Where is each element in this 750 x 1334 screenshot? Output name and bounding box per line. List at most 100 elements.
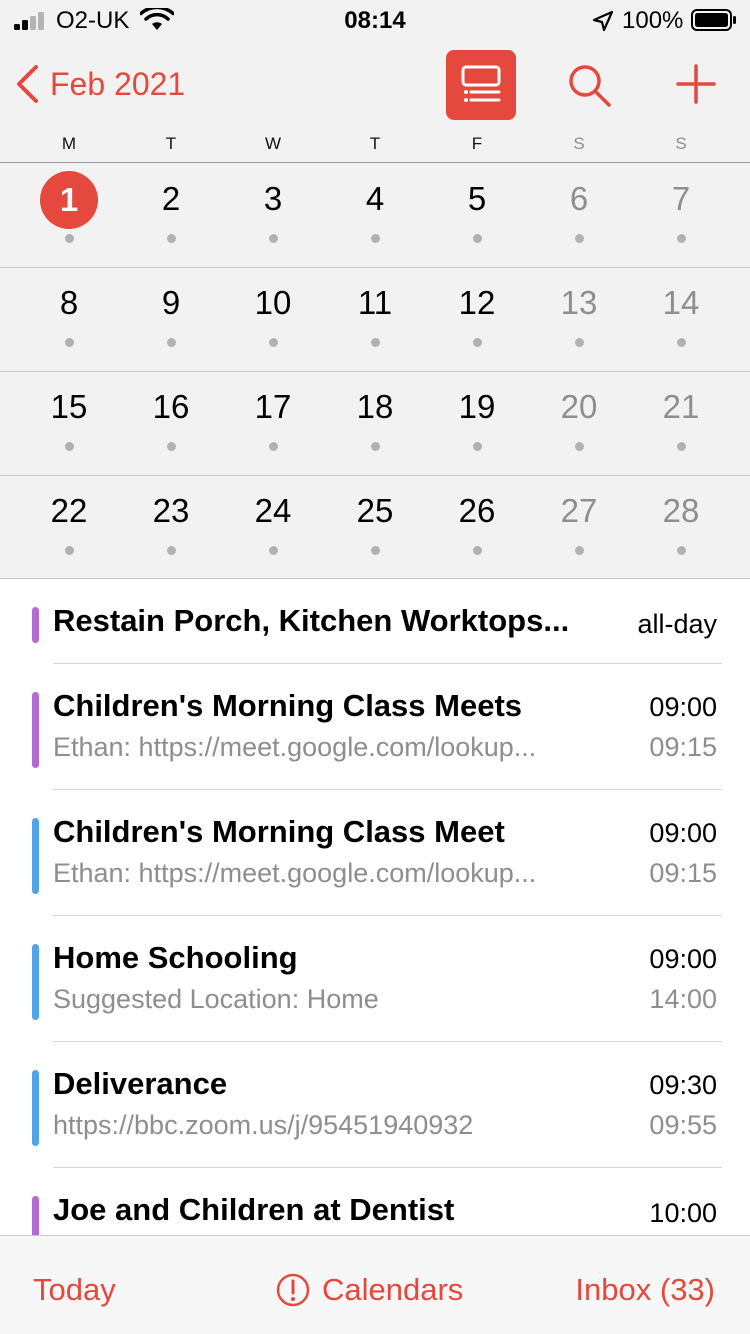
day-number: 20 — [560, 388, 598, 425]
calendar-day[interactable]: 25 — [324, 475, 426, 579]
day-number: 9 — [161, 284, 181, 321]
calendar-day[interactable]: 11 — [324, 267, 426, 371]
day-number: 24 — [254, 492, 292, 529]
day-number: 15 — [50, 388, 88, 425]
chevron-left-icon — [17, 65, 38, 103]
day-number: 14 — [662, 284, 700, 321]
calendar-day[interactable]: 24 — [222, 475, 324, 579]
day-number: 12 — [458, 284, 496, 321]
calendar-day[interactable]: 8 — [18, 267, 120, 371]
search-icon[interactable] — [566, 62, 612, 108]
event-indicator-dot — [65, 442, 74, 451]
calendar-day[interactable]: 22 — [18, 475, 120, 579]
back-to-month-button[interactable]: Feb 2021 — [14, 62, 214, 106]
calendar-day[interactable]: 6 — [528, 163, 630, 267]
calendar-day[interactable]: 13 — [528, 267, 630, 371]
calendar-day[interactable]: 28 — [630, 475, 732, 579]
weekday-label: S — [675, 134, 687, 153]
event-time: all-day — [637, 609, 717, 639]
calendar-week: 8 9 10 11 12 13 14 — [0, 267, 750, 371]
calendars-label: Calendars — [322, 1272, 464, 1307]
event-end-time: 09:15 — [649, 732, 717, 762]
event-indicator-dot — [575, 234, 584, 243]
calendar-day[interactable]: 16 — [120, 371, 222, 475]
month-grid: 1 2 3 4 5 6 7 8 9 10 11 12 13 14 15 16 1… — [0, 163, 750, 579]
event-title: Home Schooling — [53, 940, 298, 975]
event-title: Children's Morning Class Meets — [53, 688, 523, 723]
calendar-day[interactable]: 7 — [630, 163, 732, 267]
calendar-day[interactable]: 26 — [426, 475, 528, 579]
event-row[interactable]: Restain Porch, Kitchen Worktops... all-d… — [0, 579, 750, 664]
calendar-day[interactable]: 17 — [222, 371, 324, 475]
calendars-button[interactable]: Calendars — [276, 1272, 463, 1308]
calendar-day[interactable]: 27 — [528, 475, 630, 579]
event-indicator-dot — [269, 338, 278, 347]
battery-icon — [691, 9, 736, 31]
event-start-time: 09:00 — [649, 818, 717, 848]
event-indicator-dot — [575, 442, 584, 451]
day-number: 28 — [662, 492, 700, 529]
add-event-icon[interactable] — [676, 64, 716, 104]
event-row[interactable]: Children's Morning Class Meet Ethan: htt… — [0, 790, 750, 916]
list-view-toggle-button[interactable] — [446, 50, 516, 120]
day-number: 21 — [662, 388, 700, 425]
event-start-time: 09:00 — [649, 944, 717, 974]
event-end-time: 09:15 — [649, 858, 717, 888]
calendar-day[interactable]: 9 — [120, 267, 222, 371]
calendar-day[interactable]: 20 — [528, 371, 630, 475]
calendar-week: 22 23 24 25 26 27 28 — [0, 475, 750, 579]
day-number: 10 — [254, 284, 292, 321]
event-indicator-dot — [677, 546, 686, 555]
event-list[interactable]: Restain Porch, Kitchen Worktops... all-d… — [0, 579, 750, 1235]
event-indicator-dot — [575, 338, 584, 347]
event-indicator-dot — [575, 546, 584, 555]
day-number: 8 — [59, 284, 79, 321]
calendar-week: 15 16 17 18 19 20 21 — [0, 371, 750, 475]
inbox-button[interactable]: Inbox (33) — [575, 1272, 715, 1308]
event-indicator-dot — [65, 338, 74, 347]
calendar-color-bar — [32, 692, 39, 768]
calendar-day[interactable]: 10 — [222, 267, 324, 371]
event-indicator-dot — [269, 546, 278, 555]
day-number: 1 — [40, 171, 98, 229]
event-indicator-dot — [269, 442, 278, 451]
calendar-day[interactable]: 19 — [426, 371, 528, 475]
calendar-day[interactable]: 18 — [324, 371, 426, 475]
today-button[interactable]: Today — [33, 1272, 116, 1308]
calendar-day[interactable]: 2 — [120, 163, 222, 267]
event-indicator-dot — [473, 442, 482, 451]
weekday-label: T — [165, 134, 177, 153]
event-subtitle: Ethan: https://meet.google.com/lookup... — [53, 858, 537, 888]
calendar-day[interactable]: 15 — [18, 371, 120, 475]
event-indicator-dot — [473, 546, 482, 555]
day-number: 25 — [356, 492, 394, 529]
battery-percent: 100% — [622, 7, 684, 34]
event-title: Children's Morning Class Meet — [53, 814, 505, 849]
list-view-icon — [461, 65, 501, 102]
weekday-header: M T W T F S S — [18, 134, 732, 160]
day-number: 5 — [467, 180, 487, 217]
event-indicator-dot — [269, 234, 278, 243]
event-row[interactable]: Joe and Children at Dentist 10:00 — [0, 1168, 750, 1235]
day-number: 26 — [458, 492, 496, 529]
day-number: 13 — [560, 284, 598, 321]
calendar-day[interactable]: 5 — [426, 163, 528, 267]
calendar-day[interactable]: 14 — [630, 267, 732, 371]
calendar-day[interactable]: 12 — [426, 267, 528, 371]
event-row[interactable]: Home Schooling Suggested Location: Home … — [0, 916, 750, 1042]
calendar-day[interactable]: 3 — [222, 163, 324, 267]
calendar-day-today[interactable]: 1 — [18, 163, 120, 267]
event-row[interactable]: Children's Morning Class Meets Ethan: ht… — [0, 664, 750, 790]
event-indicator-dot — [473, 234, 482, 243]
calendar-day[interactable]: 23 — [120, 475, 222, 579]
day-number: 3 — [263, 180, 283, 217]
event-subtitle: Ethan: https://meet.google.com/lookup... — [53, 732, 537, 762]
event-indicator-dot — [371, 442, 380, 451]
event-row[interactable]: Deliverance https://bbc.zoom.us/j/954519… — [0, 1042, 750, 1168]
bottom-toolbar: Today Calendars Inbox (33) — [0, 1235, 750, 1334]
day-number: 18 — [356, 388, 394, 425]
event-indicator-dot — [167, 442, 176, 451]
calendar-day[interactable]: 4 — [324, 163, 426, 267]
calendar-day[interactable]: 21 — [630, 371, 732, 475]
calendar-color-bar — [32, 1196, 39, 1235]
